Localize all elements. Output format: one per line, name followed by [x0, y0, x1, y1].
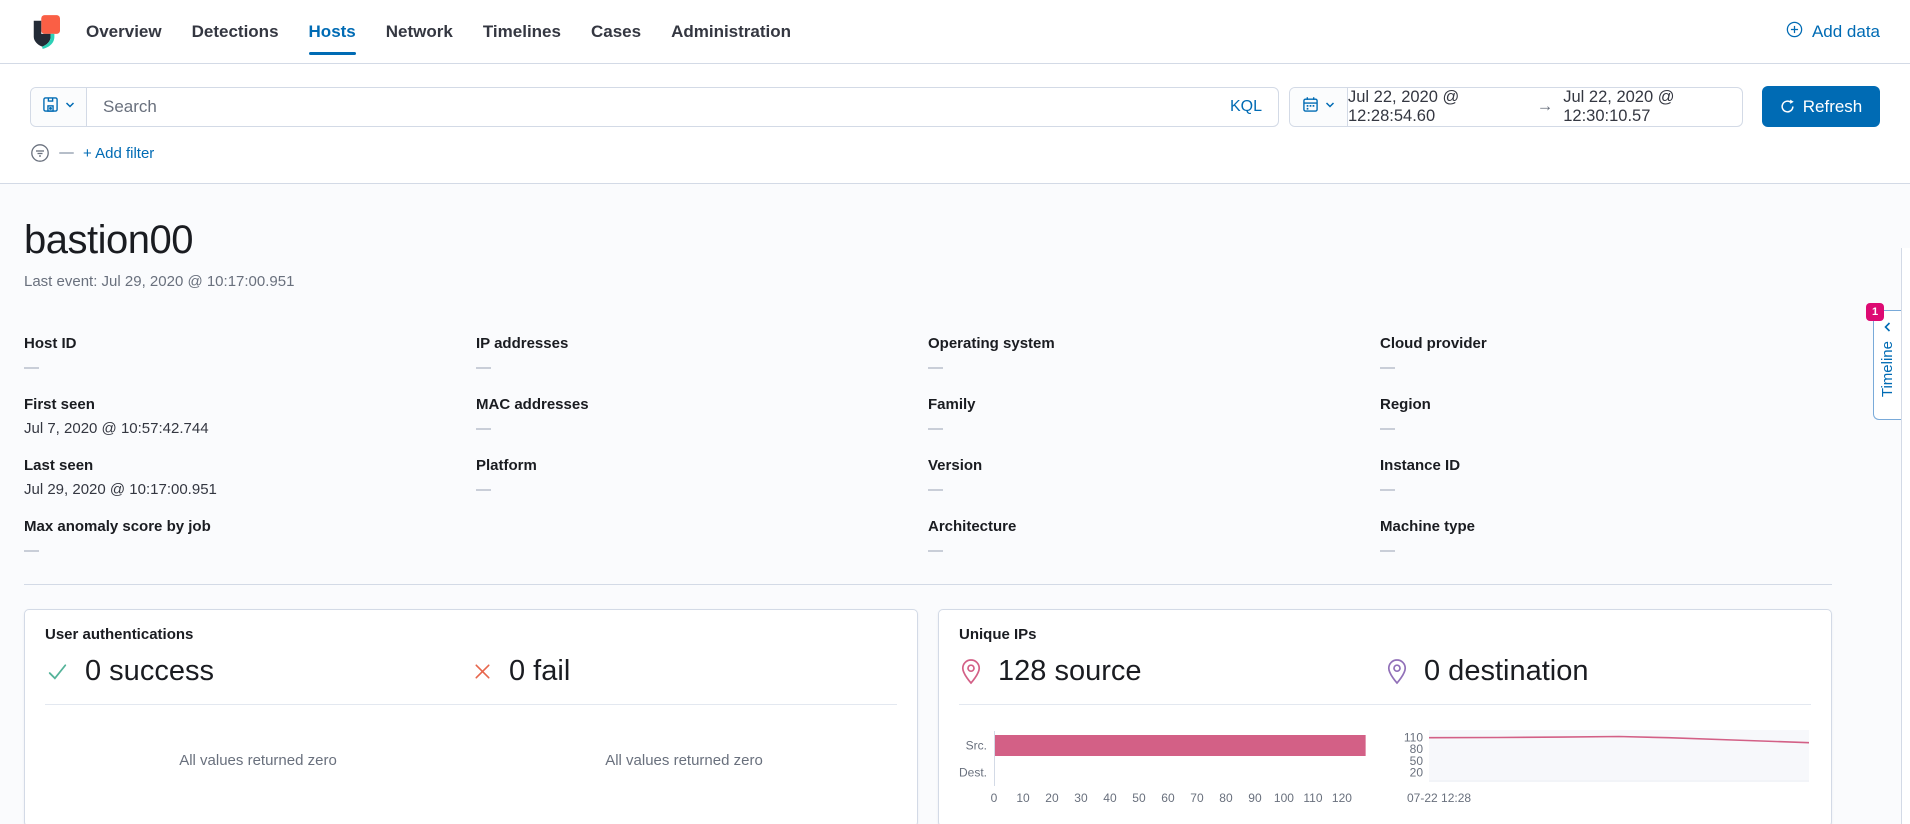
refresh-label: Refresh [1803, 97, 1863, 117]
field-architecture: Architecture — [928, 517, 1380, 560]
empty-values-message: All values returned zero [605, 746, 763, 769]
filter-divider-dash [59, 152, 74, 154]
timeline-flyout-rail [1901, 248, 1910, 824]
timeline-flyout-toggle[interactable]: 1 Timeline [1873, 310, 1901, 420]
field-last-seen: Last seen Jul 29, 2020 @ 10:17:00.951 [24, 456, 476, 499]
date-end-button[interactable]: Jul 22, 2020 @ 12:30:10.57 [1563, 88, 1742, 126]
section-divider [24, 584, 1832, 585]
saved-query-menu-button[interactable] [31, 88, 87, 126]
field-ip-addresses: IP addresses — [476, 334, 928, 377]
svg-text:0: 0 [991, 791, 998, 805]
svg-text:20: 20 [1045, 791, 1059, 805]
timeline-count-badge: 1 [1866, 303, 1884, 321]
tab-administration[interactable]: Administration [671, 22, 791, 42]
calendar-icon [1302, 96, 1319, 118]
svg-text:Src.: Src. [966, 739, 987, 753]
auth-success-stat: 0 success [45, 655, 471, 688]
save-query-icon [42, 96, 59, 118]
svg-text:100: 100 [1274, 791, 1294, 805]
field-cloud-provider: Cloud provider — [1380, 334, 1832, 377]
svg-text:50: 50 [1132, 791, 1146, 805]
map-pin-icon [1385, 658, 1409, 686]
card-title: Unique IPs [959, 626, 1811, 643]
chevron-down-icon [64, 98, 76, 116]
tab-network[interactable]: Network [386, 22, 453, 42]
svg-text:30: 30 [1074, 791, 1088, 805]
quick-date-menu-button[interactable] [1290, 88, 1348, 126]
source-ips-stat: 128 source [959, 655, 1385, 688]
check-icon [45, 659, 70, 684]
field-host-id: Host ID — [24, 334, 476, 377]
field-version: Version — [928, 456, 1380, 499]
svg-text:90: 90 [1248, 791, 1262, 805]
kql-language-button[interactable]: KQL [1214, 88, 1278, 126]
chevron-left-icon [1882, 321, 1894, 333]
svg-text:40: 40 [1103, 791, 1117, 805]
tab-cases[interactable]: Cases [591, 22, 641, 42]
field-instance-id: Instance ID — [1380, 456, 1832, 499]
top-navbar: Overview Detections Hosts Network Timeli… [0, 0, 1910, 64]
field-family: Family — [928, 395, 1380, 438]
svg-text:60: 60 [1161, 791, 1175, 805]
unique-ips-line-chart: 11080502007-22 12:28 [1385, 728, 1811, 810]
empty-values-message: All values returned zero [179, 746, 337, 769]
svg-text:20: 20 [1410, 765, 1424, 779]
field-operating-system: Operating system — [928, 334, 1380, 377]
query-bar-section: KQL [0, 64, 1910, 184]
svg-text:120: 120 [1332, 791, 1352, 805]
field-mac-addresses: MAC addresses — [476, 395, 928, 438]
page-title: bastion00 [24, 218, 1832, 263]
field-first-seen: First seen Jul 7, 2020 @ 10:57:42.744 [24, 395, 476, 438]
filter-options-button[interactable] [30, 143, 50, 163]
map-pin-icon [959, 658, 983, 686]
svg-text:80: 80 [1219, 791, 1233, 805]
date-range-arrow: → [1537, 97, 1554, 116]
unique-ips-card: Unique IPs 128 source [938, 609, 1832, 824]
host-overview-grid: Host ID — First seen Jul 7, 2020 @ 10:57… [24, 334, 1832, 578]
unique-ips-bar-chart: Src. Dest. 0 10 20 30 40 50 60 70 80 90 100 110 120 [959, 728, 1385, 810]
date-start-button[interactable]: Jul 22, 2020 @ 12:28:54.60 [1348, 88, 1527, 126]
tab-hosts[interactable]: Hosts [309, 22, 356, 42]
auth-fail-stat: 0 fail [471, 655, 897, 688]
tab-timelines[interactable]: Timelines [483, 22, 561, 42]
tab-detections[interactable]: Detections [192, 22, 279, 42]
svg-text:Dest.: Dest. [959, 766, 987, 780]
primary-nav-tabs: Overview Detections Hosts Network Timeli… [86, 22, 791, 42]
user-authentications-card: User authentications 0 success [24, 609, 918, 824]
field-machine-type: Machine type — [1380, 517, 1832, 560]
field-max-anomaly-score: Max anomaly score by job — [24, 517, 476, 560]
field-region: Region — [1380, 395, 1832, 438]
search-bar: KQL [30, 87, 1279, 127]
svg-text:10: 10 [1016, 791, 1030, 805]
svg-text:70: 70 [1190, 791, 1204, 805]
filter-bar: + Add filter [30, 143, 1880, 163]
refresh-button[interactable]: Refresh [1762, 86, 1880, 127]
svg-text:07-22 12:28: 07-22 12:28 [1407, 791, 1471, 805]
date-range-picker: Jul 22, 2020 @ 12:28:54.60 → Jul 22, 202… [1289, 87, 1743, 127]
x-icon [471, 660, 494, 683]
search-input[interactable] [87, 88, 1214, 126]
timeline-tab-label: Timeline [1879, 341, 1896, 397]
last-event-text: Last event: Jul 29, 2020 @ 10:17:00.951 [24, 273, 1832, 290]
host-details-page: bastion00 Last event: Jul 29, 2020 @ 10:… [0, 184, 1910, 824]
svg-text:110: 110 [1303, 791, 1322, 805]
security-app-logo-icon[interactable] [30, 15, 60, 49]
tab-overview[interactable]: Overview [86, 22, 162, 42]
add-filter-button[interactable]: + Add filter [83, 145, 154, 162]
refresh-icon [1780, 99, 1795, 114]
destination-ips-stat: 0 destination [1385, 655, 1811, 688]
add-data-button[interactable]: Add data [1785, 20, 1880, 44]
card-title: User authentications [45, 626, 897, 643]
field-platform: Platform — [476, 456, 928, 499]
chevron-down-icon [1324, 98, 1336, 116]
plus-circle-icon [1785, 20, 1804, 44]
add-data-label: Add data [1812, 22, 1880, 42]
